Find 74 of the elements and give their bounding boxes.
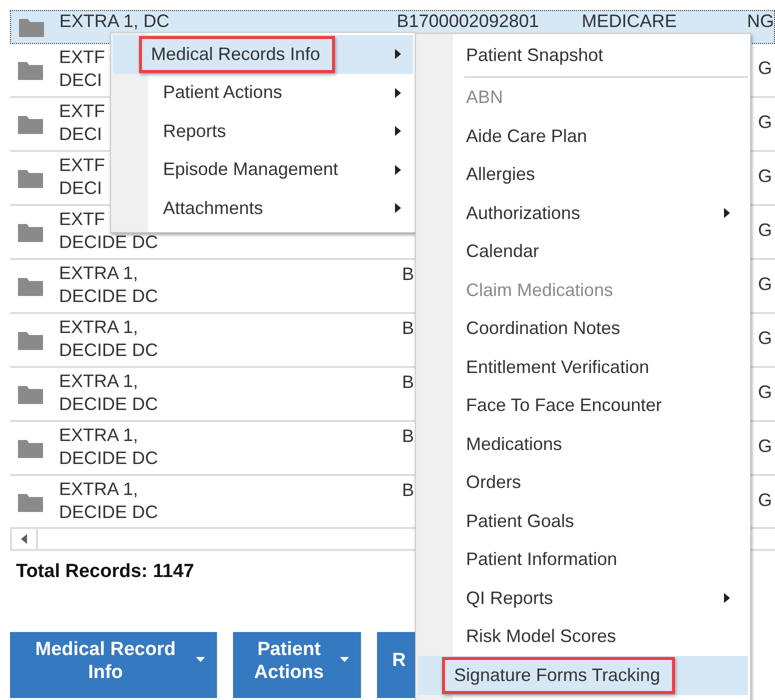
table-cell: EXTRA 1, xyxy=(59,262,138,285)
table-cell: MEDICARE xyxy=(582,11,677,31)
action-button[interactable]: R xyxy=(377,632,415,698)
folder-icon xyxy=(18,330,43,350)
table-cell: EXTRA 1, DC xyxy=(59,11,170,31)
table-cell: EXTRA 1, xyxy=(59,424,138,447)
action-button[interactable]: Patient Actions xyxy=(233,632,361,698)
table-cell: EXTRA 1, xyxy=(59,316,138,339)
menu-item[interactable]: Aide Care Plan xyxy=(418,117,748,156)
table-cell: DECIDE DC xyxy=(59,501,158,524)
table-cell: EXTF xyxy=(59,154,106,177)
table-cell: G xyxy=(758,490,772,510)
table-cell: G xyxy=(758,220,772,240)
table-cell: G xyxy=(758,166,772,186)
menu-item[interactable]: Episode Management xyxy=(113,150,413,189)
table-cell: NG xyxy=(747,11,774,31)
table-cell: DECIDE DC xyxy=(59,231,158,254)
table-cell: DECI xyxy=(59,69,102,92)
submenu-arrow-icon xyxy=(395,126,401,136)
table-cell: EXTF xyxy=(59,100,106,123)
menu-item[interactable]: QI Reports xyxy=(418,579,748,618)
caret-icon xyxy=(340,657,349,662)
menu-item[interactable]: Reports xyxy=(113,112,413,150)
table-cell: B xyxy=(402,480,414,500)
table-cell: G xyxy=(758,328,772,348)
table-cell: G xyxy=(758,58,772,78)
folder-icon xyxy=(18,384,43,404)
table-cell: DECIDE DC xyxy=(59,339,158,362)
submenu-arrow-icon xyxy=(395,88,401,98)
table-cell: B xyxy=(402,372,414,392)
menu-item[interactable]: Patient Actions xyxy=(113,74,413,112)
menu-item[interactable]: Face To Face Encounter xyxy=(418,386,748,425)
table-cell: DECIDE DC xyxy=(59,393,158,416)
action-button[interactable]: Medical Record Info xyxy=(10,632,217,698)
folder-icon xyxy=(18,438,43,458)
submenu-arrow-icon xyxy=(724,593,730,603)
menu-item[interactable]: Attachments xyxy=(113,189,413,228)
table-cell: DECIDE DC xyxy=(59,285,158,308)
table-cell: B xyxy=(402,318,414,338)
table-cell: G xyxy=(758,436,772,456)
table-cell: EXTRA 1, xyxy=(59,370,138,393)
left-arrow-icon xyxy=(21,534,27,544)
table-cell: DECI xyxy=(59,177,102,200)
submenu-arrow-icon xyxy=(395,164,401,174)
table-cell: G xyxy=(758,112,772,132)
table-cell: B xyxy=(402,426,414,446)
total-records-label: Total Records: 1147 xyxy=(16,561,196,583)
table-cell: EXTRA 1, xyxy=(59,478,138,501)
table-cell: B xyxy=(402,264,414,284)
table-cell: EXTF xyxy=(59,46,106,69)
menu-item[interactable]: Medical Records Info xyxy=(113,35,413,74)
folder-icon xyxy=(18,492,43,512)
table-cell: DECIDE DC xyxy=(59,447,158,470)
submenu-arrow-icon xyxy=(395,49,401,59)
table-cell: EXTF xyxy=(59,208,106,231)
caret-icon xyxy=(196,657,205,662)
menu-item[interactable]: Risk Model Scores xyxy=(418,618,748,656)
table-cell: B1700002092801 xyxy=(396,11,539,31)
table-cell: G xyxy=(758,274,772,294)
menu-item[interactable]: Allergies xyxy=(418,156,748,194)
folder-icon xyxy=(18,114,43,134)
folder-icon xyxy=(18,60,43,80)
table-cell: DECI xyxy=(59,123,102,146)
folder-icon xyxy=(18,222,43,242)
menu-item[interactable]: Authorizations xyxy=(418,194,748,232)
menu-item[interactable]: Patient Information xyxy=(418,540,748,579)
folder-icon xyxy=(18,168,43,188)
table-cell: G xyxy=(758,382,772,402)
folder-icon xyxy=(18,276,43,296)
menu-item[interactable]: Medications xyxy=(418,425,748,464)
submenu-arrow-icon xyxy=(724,208,730,218)
menu-item[interactable]: Signature Forms Tracking xyxy=(418,656,748,694)
submenu-arrow-icon xyxy=(395,203,401,213)
folder-icon xyxy=(19,17,44,37)
